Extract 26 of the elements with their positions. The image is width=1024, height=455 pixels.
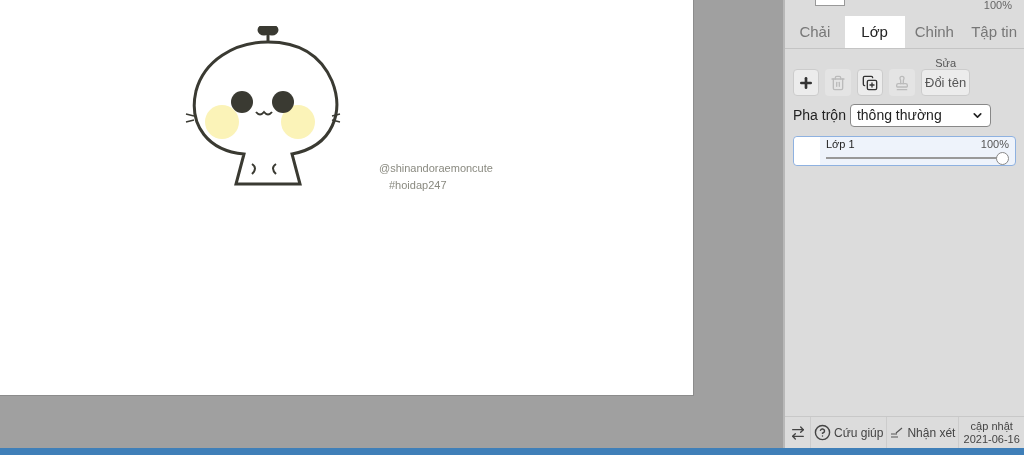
layer-opacity-text: 100%	[980, 138, 1009, 151]
signature-text: @shinandoraemoncute	[379, 161, 493, 176]
trash-icon	[830, 74, 846, 91]
pencil-lines-icon	[890, 426, 905, 439]
layer-name-text: Lớp 1	[826, 138, 855, 151]
plus-icon	[798, 74, 814, 91]
swap-icon	[789, 424, 806, 441]
update-date: 2021-06-16	[963, 432, 1020, 446]
layer-thumbnail	[794, 137, 820, 165]
toolbar-button[interactable]	[793, 69, 819, 96]
update-label: cập nhật	[970, 419, 1013, 433]
hashtag-text: #hoidap247	[389, 177, 448, 193]
stamp-icon	[894, 74, 910, 91]
tooltip-text: Sửa	[935, 58, 956, 69]
blend-label: Pha trộn	[793, 106, 846, 125]
toolbar-button[interactable]	[857, 69, 883, 96]
layer-opacity-text: 100%	[983, 0, 1012, 11]
panel-tab[interactable]: Lớp	[844, 16, 905, 48]
rename-button[interactable]: Đổi tên	[921, 69, 971, 96]
blend-dropdown[interactable]: thông thường	[849, 104, 991, 127]
drawing-canvas[interactable]: @shinandoraemoncute #hoidap247	[0, 0, 694, 396]
help-icon	[814, 424, 831, 441]
opacity-slider[interactable]	[826, 152, 1009, 164]
layer-item[interactable]: Lớp 1 100%	[793, 136, 1016, 166]
slider-thumb[interactable]	[996, 152, 1009, 165]
duplicate-icon	[862, 74, 878, 91]
